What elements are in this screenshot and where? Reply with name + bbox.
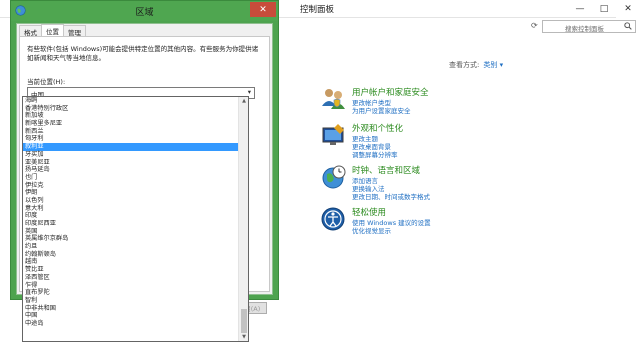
users-icon[interactable] (321, 86, 347, 110)
dropdown-item[interactable]: 中途岛 (23, 320, 239, 328)
view-by-label: 查看方式: (449, 61, 480, 69)
dropdown-item[interactable]: 乍得 (23, 282, 239, 290)
dropdown-item[interactable]: 越南 (23, 258, 239, 266)
scroll-down-icon[interactable]: ▼ (239, 333, 248, 341)
location-description: 有些软件(包括 Windows)可能会提供特定位置的其他内容。有些服务为你提供诸… (27, 45, 259, 62)
dropdown-item[interactable]: 新西兰 (23, 128, 239, 136)
dropdown-item[interactable]: 泽西管区 (23, 274, 239, 282)
dropdown-item[interactable]: 中国 (23, 312, 239, 320)
dropdown-item[interactable]: 以色列 (23, 197, 239, 205)
search-input[interactable]: 搜索控制面板 (542, 20, 636, 33)
dialog-close-button[interactable]: ✕ (250, 2, 276, 17)
scrollbar-thumb[interactable] (241, 309, 247, 333)
dropdown-item[interactable]: 叙利亚 (23, 143, 239, 151)
dropdown-item[interactable]: 英属维尔京群岛 (23, 235, 239, 243)
tab-formats[interactable]: 格式 (19, 25, 42, 37)
ease-of-access-icon[interactable] (321, 206, 347, 231)
dropdown-item[interactable]: 印度尼西亚 (23, 220, 239, 228)
view-by: 查看方式: 类别 ▾ (449, 60, 503, 70)
dropdown-item[interactable]: 赞比亚 (23, 266, 239, 274)
window-controls: — □ ✕ (568, 0, 640, 18)
search-icon[interactable] (624, 22, 632, 32)
dropdown-item[interactable]: 中非共和国 (23, 305, 239, 313)
appearance-icon[interactable] (321, 122, 347, 146)
dropdown-item[interactable]: 直布罗陀 (23, 289, 239, 297)
category-link[interactable]: 调整屏幕分辨率 (352, 149, 398, 159)
clock-globe-icon[interactable] (321, 164, 347, 189)
category-link[interactable]: 优化视觉显示 (352, 225, 391, 235)
control-panel-title: 控制面板 (300, 5, 335, 15)
dropdown-item[interactable]: 意大利 (23, 205, 239, 213)
category-link[interactable]: 更改日期、时间或数字格式 (352, 191, 430, 201)
dropdown-item[interactable]: 新加坡 (23, 112, 239, 120)
dropdown-item[interactable]: 牙买加 (23, 151, 239, 159)
dropdown-item[interactable]: 伊朗 (23, 189, 239, 197)
close-button[interactable]: ✕ (616, 0, 640, 18)
dropdown-item[interactable]: 匈牙利 (23, 135, 239, 143)
dropdown-item[interactable]: 约旦 (23, 243, 239, 251)
dropdown-item[interactable]: 也门 (23, 174, 239, 182)
dropdown-scrollbar[interactable]: ▲ ▼ (238, 97, 248, 341)
dropdown-item[interactable]: 伊拉克 (23, 182, 239, 190)
dropdown-item[interactable]: 新喀里多尼亚 (23, 120, 239, 128)
dropdown-item[interactable]: 印度 (23, 212, 239, 220)
dropdown-item[interactable]: 海鸥 (23, 97, 239, 105)
search-placeholder: 搜索控制面板 (565, 25, 604, 33)
dropdown-item[interactable]: 亚美尼亚 (23, 159, 239, 167)
location-dropdown-list[interactable]: 海鸥 香港特别行政区 新加坡 新喀里多尼亚 新西兰 匈牙利 叙利亚 牙买加 亚美尼亚 扬马延岛 也门… (22, 96, 249, 342)
current-location-label: 当前位置(H): (27, 78, 66, 86)
minimize-button[interactable]: — (568, 0, 592, 18)
tab-location[interactable]: 位置 (41, 24, 64, 36)
scroll-up-icon[interactable]: ▲ (239, 97, 248, 105)
maximize-button[interactable]: □ (592, 0, 616, 18)
dropdown-item[interactable]: 扬马延岛 (23, 166, 239, 174)
refresh-icon[interactable]: ⟳ (531, 21, 538, 30)
chevron-down-icon[interactable]: ▾ (248, 88, 251, 96)
category-link[interactable]: 为用户设置家庭安全 (352, 105, 411, 115)
view-by-dropdown[interactable]: 类别 ▾ (483, 61, 503, 69)
dropdown-items: 海鸥 香港特别行政区 新加坡 新喀里多尼亚 新西兰 匈牙利 叙利亚 牙买加 亚美尼亚 扬马延岛 也门… (23, 97, 239, 328)
dialog-title: 区域 (135, 8, 154, 18)
dialog-titlebar[interactable]: 区域 ✕ (11, 1, 278, 21)
dropdown-item[interactable]: 智利 (23, 297, 239, 305)
dropdown-item[interactable]: 香港特别行政区 (23, 105, 239, 113)
tab-administrative[interactable]: 管理 (63, 25, 86, 37)
dropdown-item[interactable]: 约翰斯顿岛 (23, 251, 239, 259)
